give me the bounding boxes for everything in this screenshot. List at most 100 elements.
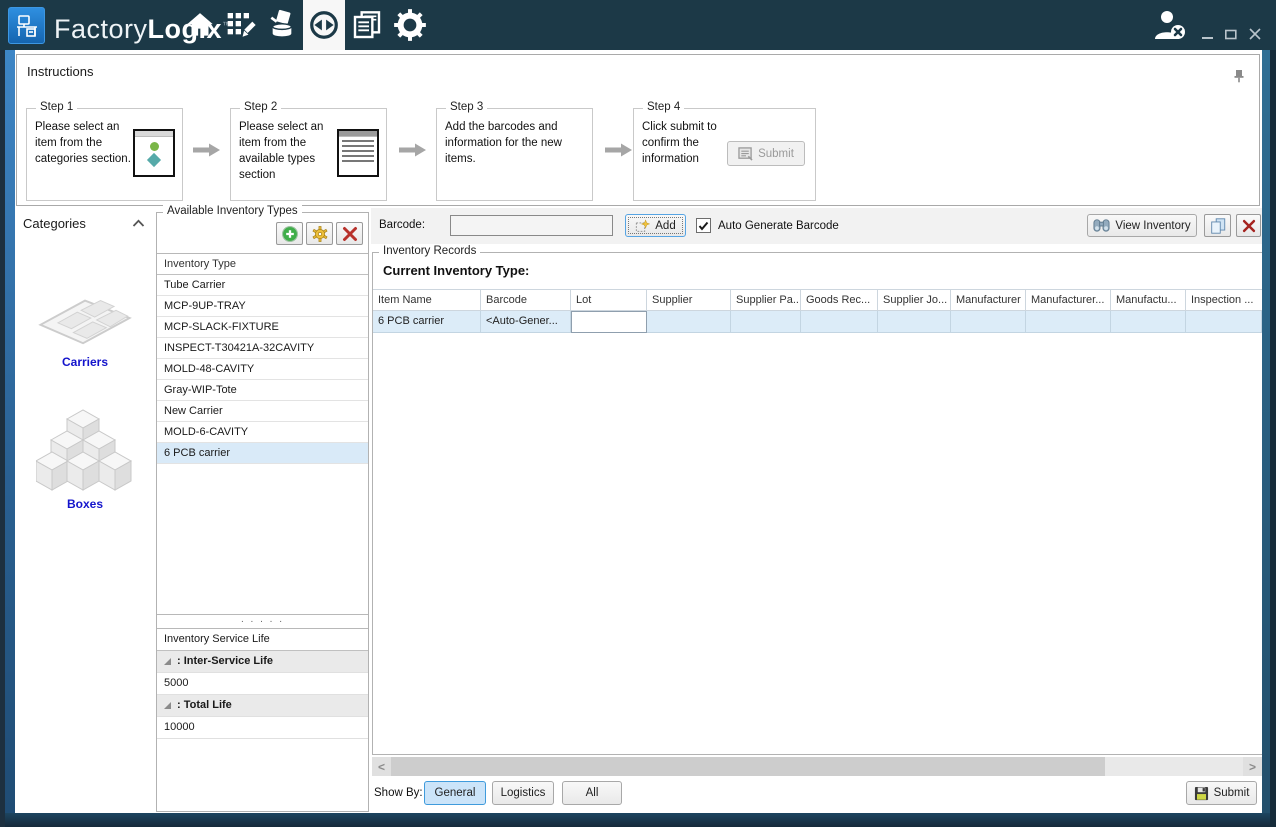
window-frame: [1270, 50, 1276, 827]
record-cell-lot-editor[interactable]: [571, 311, 647, 333]
type-row[interactable]: Tube Carrier: [157, 275, 368, 296]
edit-type-button[interactable]: [306, 222, 333, 245]
show-by-all-button[interactable]: All: [562, 781, 622, 805]
type-row-selected[interactable]: 6 PCB carrier: [157, 443, 368, 464]
column-header[interactable]: Manufacturer: [951, 289, 1026, 311]
service-life-value[interactable]: 10000: [157, 717, 368, 739]
delete-type-button[interactable]: [336, 222, 363, 245]
close-button[interactable]: [1246, 26, 1264, 42]
scrollbar-thumb[interactable]: [391, 757, 1105, 776]
column-header[interactable]: Supplier Pa...: [731, 289, 801, 311]
show-by-logistics-button[interactable]: Logistics: [492, 781, 554, 805]
records-header-row: Item Name Barcode Lot Supplier Supplier …: [373, 289, 1262, 311]
service-life-group-total[interactable]: : Total Life: [157, 695, 368, 717]
category-item-boxes[interactable]: Boxes: [15, 408, 155, 511]
service-life-group-label: : Inter-Service Life: [177, 651, 273, 672]
record-cell[interactable]: [878, 311, 951, 333]
maximize-button[interactable]: [1222, 26, 1240, 42]
nav-home[interactable]: [182, 0, 218, 50]
type-row[interactable]: INSPECT-T30421A-32CAVITY: [157, 338, 368, 359]
minimize-button[interactable]: [1198, 26, 1216, 42]
nav-settings[interactable]: [390, 0, 430, 50]
type-row[interactable]: Gray-WIP-Tote: [157, 380, 368, 401]
record-cell[interactable]: [801, 311, 878, 333]
types-column-header[interactable]: Inventory Type: [157, 254, 368, 275]
save-floppy-icon: [1194, 786, 1209, 801]
collapse-chevron-icon[interactable]: [132, 219, 145, 231]
step4-submit-label: Submit: [758, 148, 794, 160]
titlebar: FactoryLogix™: [0, 0, 1276, 50]
add-type-button[interactable]: [276, 222, 303, 245]
column-header[interactable]: Supplier Jo...: [878, 289, 951, 311]
service-life-value[interactable]: 5000: [157, 673, 368, 695]
service-life-group-label: : Total Life: [177, 695, 232, 716]
record-cell[interactable]: [1111, 311, 1186, 333]
tray-carrier-icon: [33, 288, 137, 350]
scroll-left-button[interactable]: <: [372, 757, 391, 776]
user-logout-button[interactable]: [1152, 8, 1188, 45]
gear-icon: [393, 8, 427, 42]
step-arrow-icon: [399, 143, 427, 160]
record-cell[interactable]: [1186, 311, 1262, 333]
column-header[interactable]: Goods Rec...: [801, 289, 878, 311]
brand-factory: Factory: [54, 14, 148, 44]
type-row[interactable]: MOLD-48-CAVITY: [157, 359, 368, 380]
record-cell[interactable]: [1026, 311, 1111, 333]
current-inventory-type-heading: Current Inventory Type:: [383, 263, 529, 278]
panel-splitter[interactable]: . . . . .: [157, 615, 368, 628]
instructions-title: Instructions: [27, 64, 93, 79]
available-types-panel: Available Inventory Types: [156, 212, 369, 812]
app-logo: [8, 7, 45, 44]
record-cell-item-name[interactable]: 6 PCB carrier: [373, 311, 481, 333]
nav-planner[interactable]: [222, 0, 260, 50]
record-cell[interactable]: [951, 311, 1026, 333]
submit-button[interactable]: Submit: [1186, 781, 1257, 805]
auto-generate-label[interactable]: Auto Generate Barcode: [718, 220, 839, 232]
horizontal-scrollbar[interactable]: < >: [372, 757, 1262, 776]
nav-materials[interactable]: [263, 0, 301, 50]
column-header[interactable]: Manufacturer...: [1026, 289, 1111, 311]
window-frame: [1262, 50, 1270, 813]
view-inventory-button[interactable]: View Inventory: [1087, 214, 1197, 237]
type-row[interactable]: MOLD-6-CAVITY: [157, 422, 368, 443]
add-record-button[interactable]: Add: [625, 214, 686, 237]
column-header[interactable]: Item Name: [373, 289, 481, 311]
type-row[interactable]: MCP-9UP-TRAY: [157, 296, 368, 317]
column-header[interactable]: Supplier: [647, 289, 731, 311]
type-row[interactable]: MCP-SLACK-FIXTURE: [157, 317, 368, 338]
types-toolbar: [276, 222, 363, 245]
clear-button[interactable]: [1236, 214, 1261, 237]
step-arrow-icon: [605, 143, 633, 160]
column-header[interactable]: Lot: [571, 289, 647, 311]
record-cell[interactable]: [731, 311, 801, 333]
show-by-general-button[interactable]: General: [424, 781, 486, 805]
app-window: FactoryLogix™: [0, 0, 1276, 827]
column-header[interactable]: Inspection ...: [1186, 289, 1262, 311]
show-by-label: Show By:: [374, 787, 423, 799]
documents-icon: [351, 9, 383, 41]
pin-button[interactable]: [1233, 69, 1245, 86]
service-life-group-inter[interactable]: : Inter-Service Life: [157, 651, 368, 673]
barcode-input[interactable]: [450, 215, 613, 236]
type-row[interactable]: New Carrier: [157, 401, 368, 422]
column-header[interactable]: Barcode: [481, 289, 571, 311]
auto-generate-checkbox[interactable]: [696, 218, 711, 233]
nav-documents[interactable]: [347, 0, 387, 50]
copy-button[interactable]: [1204, 214, 1231, 237]
step2-text: Please select an item from the available…: [239, 119, 339, 183]
step2-label: Step 2: [240, 101, 281, 113]
stack-arrow-icon: [266, 9, 298, 41]
transfer-circle-arrows-icon: [308, 9, 340, 41]
scroll-right-button[interactable]: >: [1243, 757, 1262, 776]
add-plus-icon: [281, 225, 299, 243]
step1-text: Please select an item from the categorie…: [35, 119, 135, 167]
nav-transfer-active[interactable]: [303, 0, 345, 50]
add-button-label: Add: [655, 220, 675, 232]
category-item-carriers[interactable]: Carriers: [15, 288, 155, 369]
main-content: Instructions Step 1 Please select an ite…: [15, 50, 1262, 813]
record-cell-barcode[interactable]: <Auto-Gener...: [481, 311, 571, 333]
step3-text: Add the barcodes and information for the…: [445, 119, 585, 167]
step4-submit-button[interactable]: Submit: [727, 141, 805, 166]
column-header[interactable]: Manufactu...: [1111, 289, 1186, 311]
record-cell[interactable]: [647, 311, 731, 333]
